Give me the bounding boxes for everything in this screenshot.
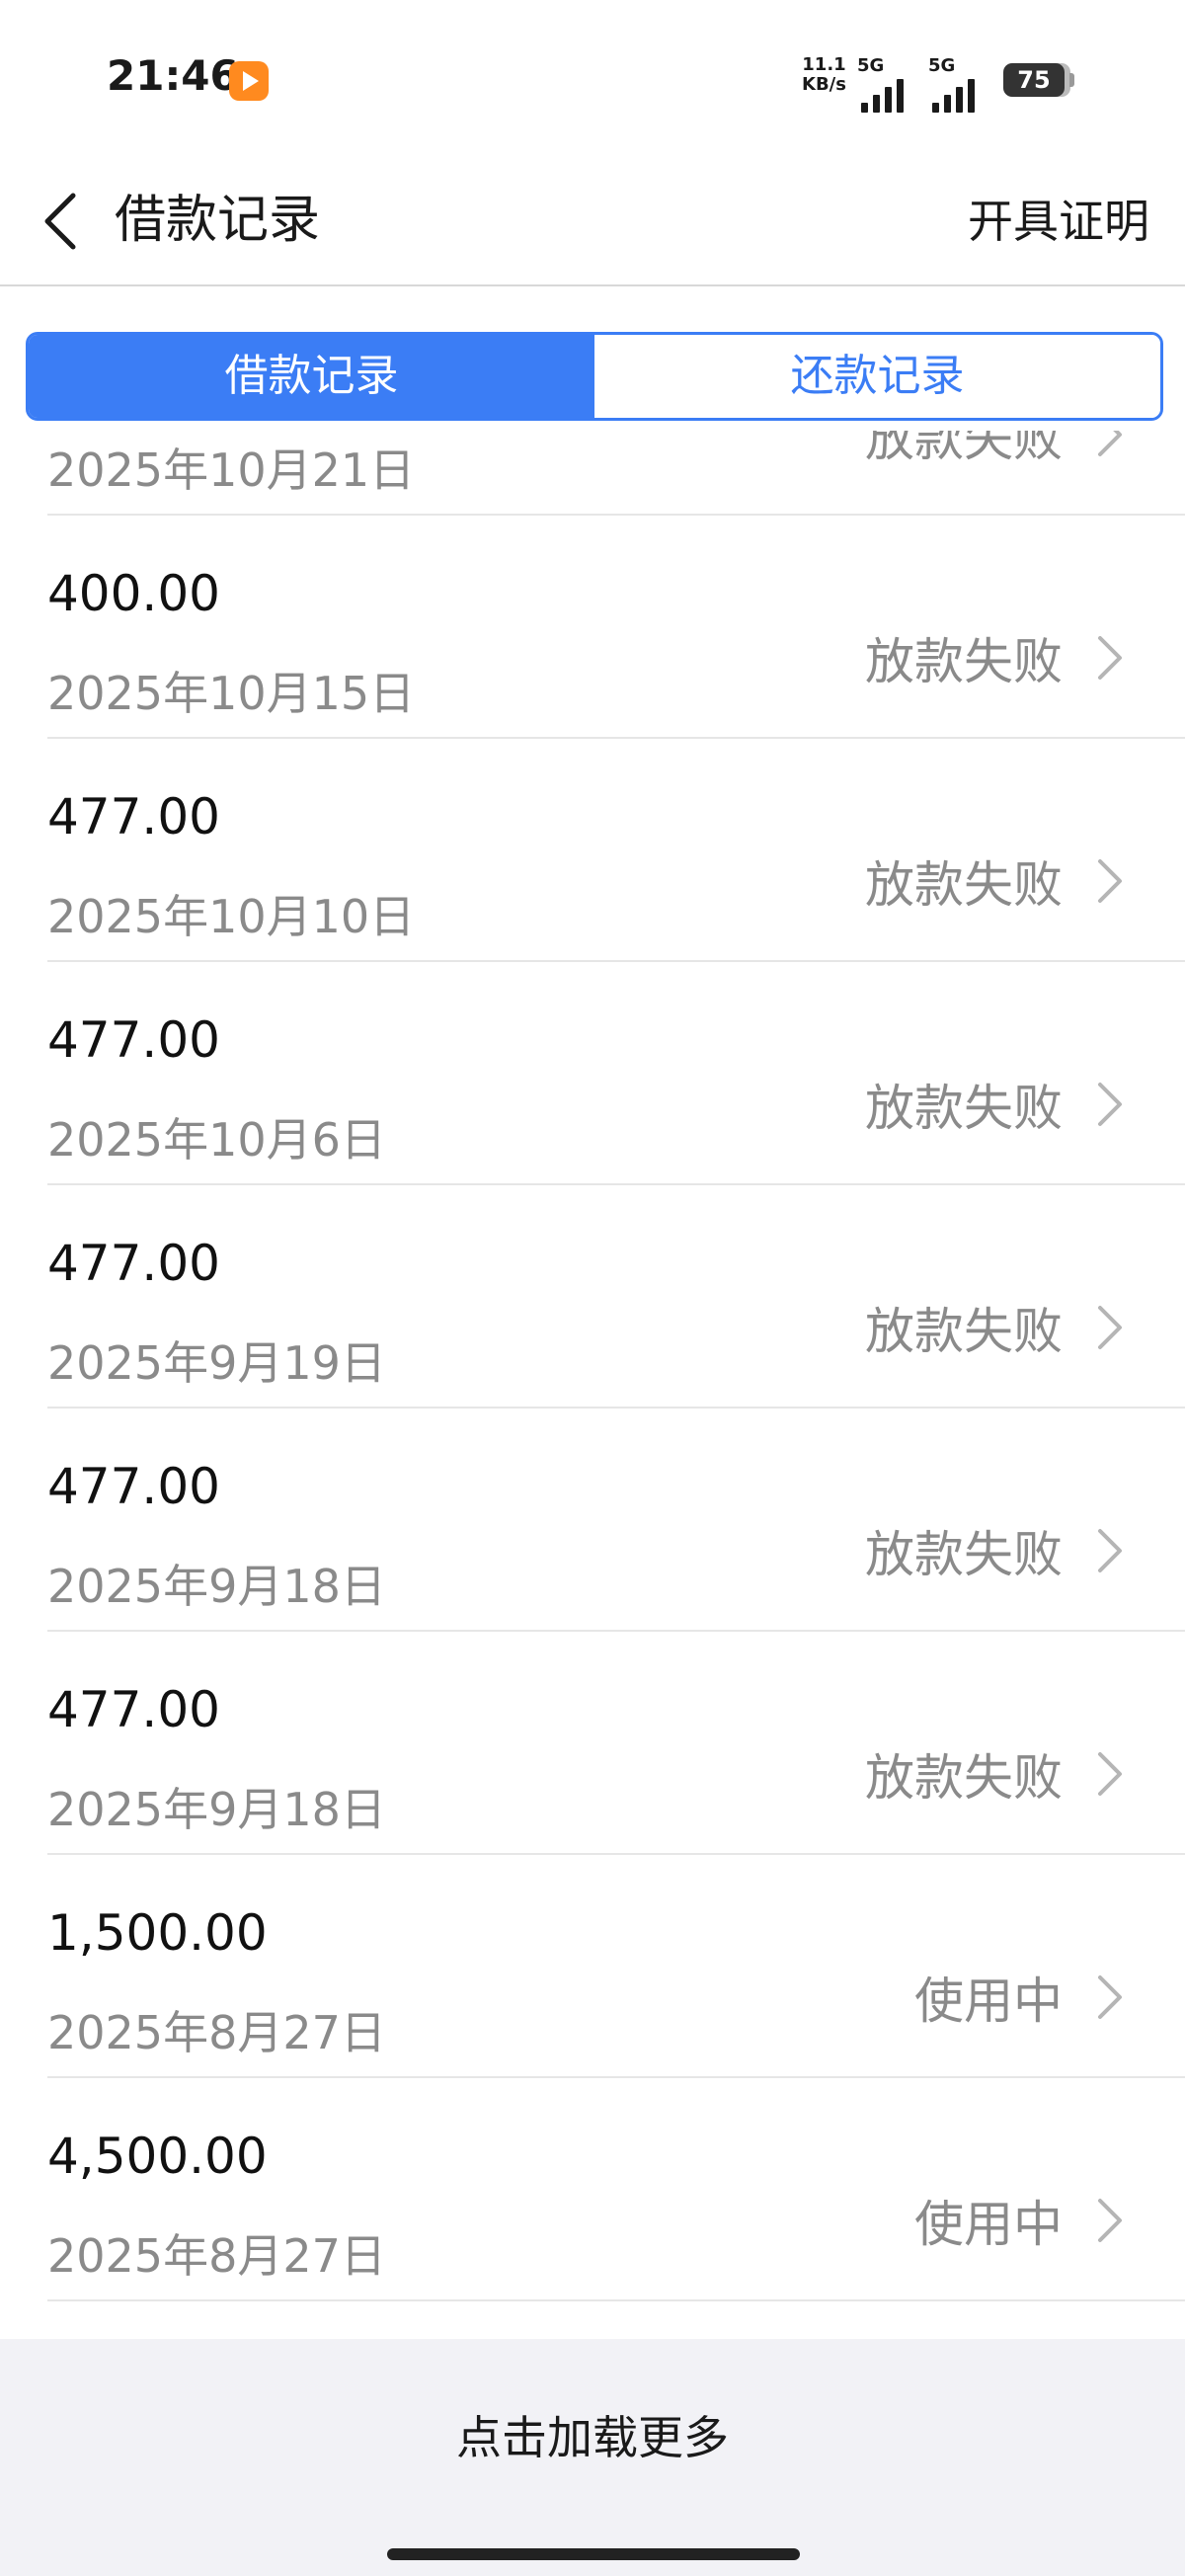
list-item[interactable]: 2025年10月21日 放款失败 xyxy=(47,431,1185,516)
record-amount: 1,500.00 xyxy=(47,1904,268,1962)
chevron-right-icon xyxy=(1098,2199,1122,2242)
status-time: 21:46 xyxy=(107,51,239,100)
page-title: 借款记录 xyxy=(115,191,321,250)
chevron-right-icon xyxy=(1098,431,1122,456)
record-amount: 400.00 xyxy=(47,565,220,622)
signal-1-label: 5G xyxy=(857,55,885,76)
chevron-right-icon xyxy=(1098,1975,1122,2019)
record-status: 使用中 xyxy=(914,2196,1063,2253)
record-date: 2025年10月6日 xyxy=(47,1113,386,1167)
record-amount: 4,500.00 xyxy=(47,2128,268,2185)
list-item[interactable]: 477.00 2025年10月10日 放款失败 xyxy=(47,739,1185,962)
list-item[interactable]: 477.00 2025年10月6日 放款失败 xyxy=(47,962,1185,1185)
signal-2-label: 5G xyxy=(928,55,956,76)
record-date: 2025年10月21日 xyxy=(47,443,416,497)
record-date: 2025年10月15日 xyxy=(47,667,416,720)
record-date: 2025年9月18日 xyxy=(47,1560,386,1613)
chevron-right-icon xyxy=(1098,859,1122,903)
record-amount: 477.00 xyxy=(47,788,220,845)
chevron-right-icon xyxy=(1098,1083,1122,1126)
back-button[interactable] xyxy=(34,182,93,261)
record-date: 2025年8月27日 xyxy=(47,2229,386,2283)
record-date: 2025年8月27日 xyxy=(47,2006,386,2059)
record-status: 放款失败 xyxy=(865,1080,1063,1137)
loan-record-list[interactable]: 2025年10月21日 放款失败 400.00 2025年10月15日 放款失败 477.… xyxy=(0,431,1185,2339)
network-speed-value: 11.1 xyxy=(802,54,846,75)
issue-certificate-button[interactable]: 开具证明 xyxy=(968,186,1149,251)
list-item[interactable]: 477.00 2025年9月18日 放款失败 xyxy=(47,1632,1185,1855)
network-speed: 11.1 KB/s xyxy=(802,55,846,95)
list-item[interactable]: 400.00 2025年10月15日 放款失败 xyxy=(47,516,1185,739)
chevron-left-icon xyxy=(44,193,76,250)
load-more-area: 点击加载更多 xyxy=(0,2339,1185,2576)
battery-icon: 75 xyxy=(1003,63,1074,97)
status-bar: 21:46 11.1 KB/s 5G 5G 75 xyxy=(0,0,1185,158)
record-status: 放款失败 xyxy=(865,1526,1063,1583)
tab-repayment-records[interactable]: 还款记录 xyxy=(594,335,1160,418)
record-status: 放款失败 xyxy=(865,431,1063,467)
record-status: 放款失败 xyxy=(865,633,1063,690)
record-tabs: 借款记录 还款记录 xyxy=(26,332,1163,421)
record-status: 使用中 xyxy=(914,1972,1063,2030)
list-item[interactable]: 477.00 2025年9月19日 放款失败 xyxy=(47,1185,1185,1409)
chevron-right-icon xyxy=(1098,1306,1122,1349)
nav-bar: 借款记录 开具证明 xyxy=(0,158,1185,286)
record-amount: 477.00 xyxy=(47,1235,220,1292)
chevron-right-icon xyxy=(1098,636,1122,680)
home-indicator[interactable] xyxy=(387,2548,800,2560)
record-amount: 477.00 xyxy=(47,1458,220,1515)
record-status: 放款失败 xyxy=(865,856,1063,914)
list-item[interactable]: 4,500.00 2025年8月27日 使用中 xyxy=(47,2078,1185,2301)
record-status: 放款失败 xyxy=(865,1749,1063,1807)
chevron-right-icon xyxy=(1098,1752,1122,1796)
record-date: 2025年10月10日 xyxy=(47,890,416,943)
video-app-icon xyxy=(229,61,269,101)
list-item[interactable]: 477.00 2025年9月18日 放款失败 xyxy=(47,1409,1185,1632)
chevron-right-icon xyxy=(1098,1529,1122,1572)
record-amount: 477.00 xyxy=(47,1011,220,1069)
network-speed-unit: KB/s xyxy=(802,74,846,95)
record-status: 放款失败 xyxy=(865,1303,1063,1360)
record-date: 2025年9月18日 xyxy=(47,1783,386,1836)
tab-loan-records[interactable]: 借款记录 xyxy=(29,335,594,418)
record-date: 2025年9月19日 xyxy=(47,1336,386,1390)
list-item[interactable]: 1,500.00 2025年8月27日 使用中 xyxy=(47,1855,1185,2078)
load-more-button[interactable]: 点击加载更多 xyxy=(0,2402,1185,2467)
record-amount: 477.00 xyxy=(47,1681,220,1738)
